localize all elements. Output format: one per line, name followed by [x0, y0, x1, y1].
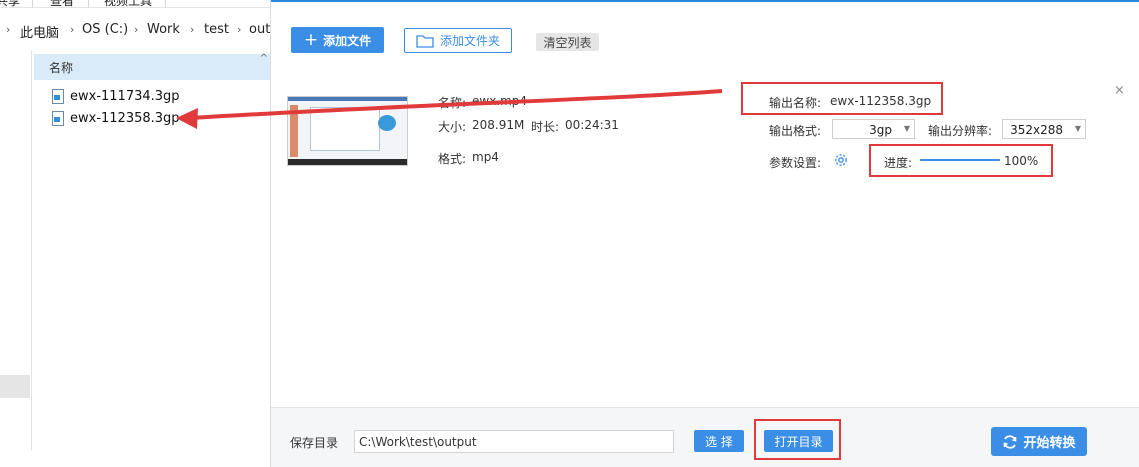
chevron-down-icon: ▼	[903, 124, 910, 133]
file-item[interactable]: ewx-112358.3gp	[52, 108, 180, 128]
file-item[interactable]: ewx-111734.3gp	[52, 86, 180, 106]
chevron-right-icon: ›	[134, 23, 139, 36]
save-dir-input[interactable]: C:\Work\test\output	[354, 430, 674, 453]
breadcrumb-work[interactable]: Work	[147, 22, 180, 37]
refresh-icon	[1004, 434, 1017, 449]
breadcrumb-output[interactable]: output	[249, 22, 270, 37]
plus-icon: +	[303, 29, 319, 50]
ribbon-separator	[88, 0, 89, 8]
file-explorer: 共享 查看 视频工具 › 此电脑 › OS (C:) › Work › test…	[0, 0, 270, 467]
breadcrumb-test[interactable]: test	[204, 22, 229, 37]
top-accent-line	[271, 0, 1139, 2]
save-dir-label: 保存目录	[290, 436, 339, 450]
video-file-icon	[52, 110, 64, 126]
name-value: ewx.mp4	[472, 94, 528, 108]
sort-up-icon: ^	[259, 53, 268, 64]
column-header-name[interactable]: 名称 ^	[34, 53, 270, 80]
chevron-down-icon: ▼	[1074, 124, 1081, 133]
file-name: ewx-111734.3gp	[70, 88, 180, 104]
converter-app: + 添加文件 添加文件夹 清空列表 名称: ewx.mp4 大小: 208.91…	[270, 0, 1139, 467]
size-value: 208.91M	[472, 118, 525, 132]
highlight-progress	[869, 144, 1053, 177]
size-label: 大小:	[438, 120, 467, 134]
navigation-selected-item[interactable]	[0, 375, 30, 398]
add-folder-label: 添加文件夹	[439, 34, 500, 48]
file-name: ewx-112358.3gp	[70, 110, 180, 126]
thumb-taskbar	[288, 159, 407, 165]
video-file-icon	[52, 88, 64, 104]
chevron-right-icon: ›	[70, 23, 75, 36]
navigation-pane[interactable]	[0, 50, 30, 450]
highlight-open-dir	[754, 419, 841, 460]
output-resolution-label: 输出分辨率:	[928, 124, 993, 138]
ribbon-tab-share[interactable]: 共享	[0, 0, 20, 9]
params-label: 参数设置:	[769, 156, 822, 170]
breadcrumb-this-pc[interactable]: 此电脑	[20, 22, 59, 41]
output-resolution-select[interactable]: 352x288 ▼	[1002, 119, 1086, 139]
output-format-select[interactable]: 3gp ▼	[832, 119, 915, 139]
clear-list-button[interactable]: 清空列表	[536, 33, 599, 51]
add-file-button[interactable]: + 添加文件	[291, 27, 384, 53]
chevron-right-icon: ›	[237, 23, 242, 36]
duration-label: 时长:	[531, 120, 560, 134]
highlight-output-name	[741, 82, 943, 115]
thumb-sidebar	[290, 105, 298, 157]
duration-value: 00:24:31	[565, 118, 619, 132]
pane-divider	[31, 50, 32, 450]
address-bar[interactable]: › 此电脑 › OS (C:) › Work › test › output	[0, 16, 270, 44]
ribbon-separator	[32, 0, 33, 8]
footer-bar: 保存目录 C:\Work\test\output 选 择 打开目录 开始转换	[271, 407, 1139, 467]
format-label: 格式:	[438, 152, 467, 166]
chevron-right-icon: ›	[190, 23, 195, 36]
choose-button[interactable]: 选 择	[694, 430, 744, 452]
name-label: 名称:	[438, 96, 467, 110]
chevron-right-icon: ›	[6, 23, 11, 36]
start-convert-button[interactable]: 开始转换	[991, 427, 1087, 456]
ribbon-tab-view[interactable]: 查看	[50, 0, 74, 9]
column-header-label: 名称	[49, 61, 74, 75]
thumb-window	[310, 107, 380, 151]
folder-icon	[416, 34, 434, 48]
video-thumbnail	[287, 96, 408, 166]
add-folder-button[interactable]: 添加文件夹	[404, 28, 512, 53]
close-icon[interactable]: ×	[1114, 83, 1125, 98]
thumb-orb	[378, 115, 396, 131]
start-convert-label: 开始转换	[1023, 436, 1076, 451]
output-format-label: 输出格式:	[769, 124, 822, 138]
gear-icon[interactable]	[833, 152, 849, 168]
ribbon: 共享 查看 视频工具	[0, 0, 270, 8]
output-format-value: 3gp	[869, 123, 892, 137]
format-value: mp4	[472, 150, 499, 164]
breadcrumb-drive[interactable]: OS (C:)	[82, 22, 128, 37]
ribbon-tab-video-tools[interactable]: 视频工具	[104, 0, 152, 9]
output-resolution-value: 352x288	[1010, 123, 1063, 137]
ribbon-separator	[165, 0, 166, 8]
add-file-label: 添加文件	[323, 33, 372, 48]
thumb-titlebar	[288, 97, 407, 101]
